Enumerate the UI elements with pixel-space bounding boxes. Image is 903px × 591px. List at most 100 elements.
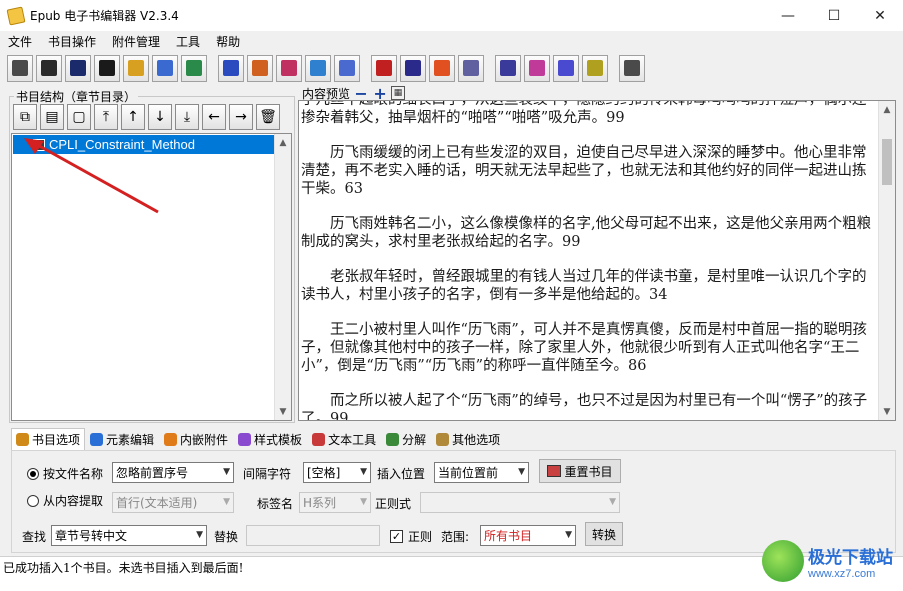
regex-select[interactable]: ▼ xyxy=(420,492,620,513)
separator-value: [空格] xyxy=(307,466,341,480)
outdent-icon xyxy=(405,60,421,76)
window-color-button[interactable] xyxy=(524,54,550,82)
import-icon xyxy=(157,60,173,76)
chevron-down-icon: ▼ xyxy=(223,497,230,507)
move-bottom-button[interactable]: ⤓ xyxy=(175,104,199,130)
checkmark-icon: ✓ xyxy=(390,530,403,543)
move-up-icon: ↑ xyxy=(127,109,139,125)
preview-scrollbar[interactable]: ▲ ▼ xyxy=(878,101,895,420)
list-red-icon xyxy=(252,60,268,76)
zoom-out-button[interactable]: − xyxy=(353,84,369,103)
tab-0[interactable]: 书目选项 xyxy=(11,428,86,450)
status-message: 已成功插入1个书目。未选书目插入到最后面! xyxy=(3,561,244,575)
tab-label: 其他选项 xyxy=(452,432,501,447)
page-button[interactable] xyxy=(429,54,455,82)
minimize-button[interactable]: — xyxy=(765,0,811,31)
save-as-button[interactable] xyxy=(94,54,120,82)
edit-tool-button[interactable] xyxy=(582,54,608,82)
close-button[interactable]: ✕ xyxy=(857,0,903,31)
new-file-button[interactable] xyxy=(7,54,33,82)
radio-dot xyxy=(27,494,39,507)
paste-button[interactable]: ▤ xyxy=(40,104,64,130)
preview-paragraph: 而之所以被人起了个“历飞雨”的绰号，也只不过是因为村里已有一个叫“愣子”的孩子了… xyxy=(301,393,868,421)
scroll-down-icon[interactable]: ▼ xyxy=(879,403,895,420)
range-select[interactable]: 所有书目 ▼ xyxy=(480,525,576,546)
move-top-button[interactable]: ⤒ xyxy=(94,104,118,130)
menu-catalog-ops[interactable]: 书目操作 xyxy=(40,33,104,50)
reset-catalog-label: 重置书目 xyxy=(564,464,613,479)
scroll-thumb[interactable] xyxy=(882,139,892,185)
tab-2[interactable]: 内嵌附件 xyxy=(159,428,233,450)
menu-bar: 文件 书目操作 附件管理 工具 帮助 xyxy=(0,31,903,51)
tab-5[interactable]: 分解 xyxy=(381,428,431,450)
scroll-up-icon[interactable]: ▲ xyxy=(879,101,895,118)
new-item-button[interactable]: ▢ xyxy=(67,104,91,130)
outdent-button[interactable] xyxy=(400,54,426,82)
preview-image-icon[interactable]: ▦ xyxy=(391,86,406,100)
tree-scrollbar[interactable]: ▲ ▼ xyxy=(274,134,291,420)
edit-tool-icon xyxy=(587,60,603,76)
chevron-down-icon: ▼ xyxy=(360,497,367,507)
find-select[interactable]: 章节号转中文 ▼ xyxy=(51,525,207,546)
merge-button[interactable] xyxy=(181,54,207,82)
tag-label: 标签名 xyxy=(257,497,294,511)
save-button[interactable] xyxy=(65,54,91,82)
image-button[interactable] xyxy=(553,54,579,82)
move-up-button[interactable]: ↑ xyxy=(121,104,145,130)
move-down-button[interactable]: ↓ xyxy=(148,104,172,130)
move-right-button[interactable]: → xyxy=(229,104,253,130)
new-item-icon: ▢ xyxy=(72,109,86,125)
insert-position-label: 插入位置 xyxy=(377,467,426,481)
tab-icon xyxy=(238,432,252,446)
comment-button[interactable] xyxy=(619,54,645,82)
tag-select[interactable]: H系列 ▼ xyxy=(299,492,371,513)
tab-1[interactable]: 元素编辑 xyxy=(85,428,159,450)
move-bottom-icon: ⤓ xyxy=(183,109,191,125)
open-file-button[interactable] xyxy=(36,54,62,82)
menu-attachments[interactable]: 附件管理 xyxy=(104,33,168,50)
replace-label: 替换 xyxy=(214,530,239,544)
list-sort-icon xyxy=(339,60,355,76)
content-mode-value: 首行(文本适用) xyxy=(116,496,198,510)
list-red-button[interactable] xyxy=(247,54,273,82)
move-left-button[interactable]: ← xyxy=(202,104,226,130)
tab-3[interactable]: 样式模板 xyxy=(233,428,307,450)
window-button[interactable] xyxy=(495,54,521,82)
menu-file[interactable]: 文件 xyxy=(0,33,40,50)
tab-icon xyxy=(164,432,178,446)
by-filename-radio[interactable]: 按文件名称 xyxy=(27,465,103,482)
chevron-down-icon: ▼ xyxy=(360,467,367,477)
import-button[interactable] xyxy=(152,54,178,82)
export-button[interactable] xyxy=(123,54,149,82)
delete-button[interactable]: 🗑 xyxy=(256,104,280,130)
tab-4[interactable]: 文本工具 xyxy=(307,428,381,450)
window-title: Epub 电子书编辑器 V2.3.4 xyxy=(30,9,179,23)
replace-input[interactable] xyxy=(246,525,380,546)
copy-button[interactable]: ⧉ xyxy=(13,104,37,130)
reset-catalog-button[interactable]: 重置书目 xyxy=(539,459,621,483)
option-tabs: 书目选项 元素编辑 内嵌附件 样式模板 文本工具 分解 其他选项 xyxy=(11,428,505,450)
filename-mode-select[interactable]: 忽略前置序号 ▼ xyxy=(112,462,234,483)
separator-select[interactable]: [空格] ▼ xyxy=(303,462,371,483)
chevron-down-icon: ▼ xyxy=(223,467,230,477)
align-list-button[interactable] xyxy=(218,54,244,82)
menu-help[interactable]: 帮助 xyxy=(208,33,248,50)
regex-checkbox[interactable]: ✓ 正则 xyxy=(390,528,432,545)
scroll-up-icon[interactable]: ▲ xyxy=(275,134,291,151)
convert-button[interactable]: 转换 xyxy=(585,522,623,546)
indent-button[interactable] xyxy=(371,54,397,82)
maximize-button[interactable]: ☐ xyxy=(811,0,857,31)
scroll-down-icon[interactable]: ▼ xyxy=(275,403,291,420)
tab-6[interactable]: 其他选项 xyxy=(431,428,505,450)
list-color-button[interactable] xyxy=(276,54,302,82)
list-down-button[interactable] xyxy=(305,54,331,82)
content-mode-select[interactable]: 首行(文本适用) ▼ xyxy=(112,492,234,513)
menu-tools[interactable]: 工具 xyxy=(168,33,208,50)
insert-position-select[interactable]: 当前位置前 ▼ xyxy=(434,462,529,483)
content-preview[interactable]: 了几丝不起眼的细长口子，从这些裂纹中，隐隐约约的传来韩母呜呜呜的拌泣声，偶尔还掺… xyxy=(298,100,896,421)
page-arrow-icon xyxy=(463,60,479,76)
zoom-in-button[interactable]: + xyxy=(372,84,388,103)
page-arrow-button[interactable] xyxy=(458,54,484,82)
list-sort-button[interactable] xyxy=(334,54,360,82)
by-content-radio[interactable]: 从内容提取 xyxy=(27,492,103,509)
